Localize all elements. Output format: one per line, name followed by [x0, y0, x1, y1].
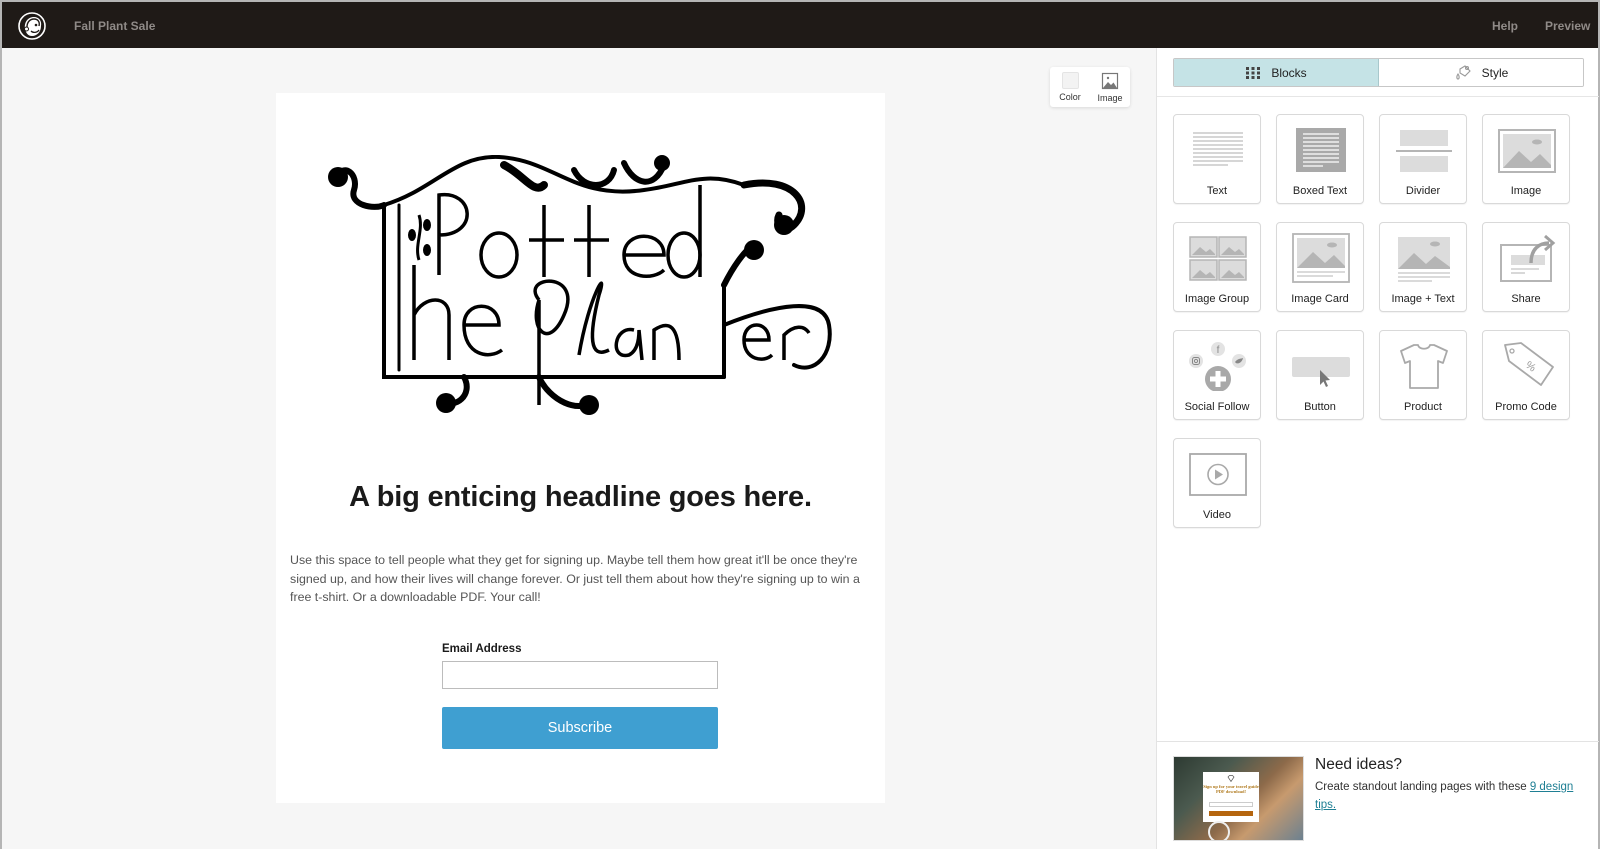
thumbnail-caption: Sign up for your travel guide PDF downlo…	[1203, 784, 1259, 794]
thumbnail-button	[1209, 811, 1253, 816]
block-label: Social Follow	[1184, 401, 1250, 413]
tshirt-icon	[1400, 344, 1448, 389]
background-color-label: Color	[1059, 92, 1081, 102]
grid-dots-icon	[1246, 66, 1261, 79]
page-headline[interactable]: A big enticing headline goes here.	[276, 481, 885, 514]
block-button[interactable]: Button	[1276, 330, 1364, 420]
price-tag-icon: %	[1504, 342, 1554, 386]
block-image-group[interactable]: Image Group	[1173, 222, 1261, 312]
ideas-text-body: Create standout landing pages with these	[1315, 781, 1530, 793]
tab-style[interactable]: Style	[1379, 59, 1583, 86]
boxed-text-icon	[1296, 128, 1346, 172]
blocks-grid: Text Boxed Text Divider Image Image Grou…	[1173, 114, 1570, 528]
paint-bucket-icon	[1455, 64, 1471, 80]
block-video[interactable]: Video	[1173, 438, 1261, 528]
block-label: Image Card	[1291, 293, 1349, 305]
ideas-text: Create standout landing pages with these…	[1315, 778, 1585, 814]
social-follow-icon: f	[1189, 342, 1246, 391]
divider	[1157, 741, 1599, 742]
divider-icon	[1396, 130, 1452, 172]
text-block-icon	[1193, 132, 1243, 166]
subscribe-button[interactable]: Subscribe	[442, 707, 718, 749]
block-label: Divider	[1405, 185, 1441, 197]
image-card-icon	[1292, 233, 1350, 283]
share-icon	[1500, 234, 1556, 282]
mailchimp-logo-icon[interactable]	[17, 11, 47, 41]
top-bar: Fall Plant Sale Help Preview	[2, 2, 1598, 48]
block-label: Promo Code	[1495, 401, 1557, 413]
video-icon	[1189, 453, 1247, 496]
color-swatch-icon	[1061, 72, 1079, 89]
block-label: Image Group	[1184, 293, 1250, 305]
ideas-thumbnail[interactable]: Sign up for your travel guide PDF downlo…	[1173, 756, 1304, 841]
block-boxed-text[interactable]: Boxed Text	[1276, 114, 1364, 204]
block-promo-code[interactable]: % Promo Code	[1482, 330, 1570, 420]
block-label: Boxed Text	[1292, 185, 1348, 197]
button-block-icon	[1292, 357, 1350, 387]
background-image-label: Image	[1097, 93, 1123, 103]
background-color-button[interactable]: Color	[1050, 67, 1090, 107]
campaign-title: Fall Plant Sale	[74, 19, 156, 33]
block-product[interactable]: Product	[1379, 330, 1467, 420]
image-text-icon	[1398, 237, 1450, 282]
thumbnail-input	[1209, 802, 1253, 807]
block-label: Share	[1511, 293, 1541, 305]
page-body-text[interactable]: Use this space to tell people what they …	[290, 551, 875, 607]
background-tools: Color Image	[1050, 67, 1130, 107]
email-input[interactable]	[442, 661, 718, 689]
background-image-button[interactable]: Image	[1090, 67, 1130, 107]
potted-planter-logo[interactable]	[324, 155, 839, 425]
diamond-icon	[1227, 775, 1235, 782]
block-label: Button	[1304, 401, 1336, 413]
preview-link[interactable]: Preview	[1545, 19, 1590, 33]
block-label: Image	[1510, 185, 1542, 197]
thumbnail-form-card: Sign up for your travel guide PDF downlo…	[1203, 772, 1259, 822]
block-social-follow[interactable]: f Social Follow	[1173, 330, 1261, 420]
svg-text:f: f	[1217, 345, 1220, 356]
image-group-icon	[1189, 236, 1247, 281]
block-label: Product	[1404, 401, 1442, 413]
block-share[interactable]: Share	[1482, 222, 1570, 312]
block-image-card[interactable]: Image Card	[1276, 222, 1364, 312]
block-text[interactable]: Text	[1173, 114, 1261, 204]
ideas-title: Need ideas?	[1315, 756, 1403, 773]
image-block-icon	[1498, 129, 1556, 173]
block-label: Text	[1206, 185, 1228, 197]
block-divider[interactable]: Divider	[1379, 114, 1467, 204]
tab-blocks[interactable]: Blocks	[1174, 59, 1379, 86]
block-image[interactable]: Image	[1482, 114, 1570, 204]
email-label: Email Address	[442, 643, 522, 655]
landing-page-preview: A big enticing headline goes here. Use t…	[276, 93, 885, 803]
block-label: Video	[1203, 509, 1231, 521]
thumbnail-decoration	[1208, 821, 1230, 840]
block-image-text[interactable]: Image + Text	[1379, 222, 1467, 312]
tab-blocks-label: Blocks	[1271, 65, 1307, 80]
block-label: Image + Text	[1391, 293, 1455, 305]
divider	[1157, 96, 1599, 97]
tab-style-label: Style	[1481, 65, 1509, 80]
image-icon	[1101, 72, 1119, 90]
editor-sidebar: Blocks Style Text Boxed Text Divider Ima…	[1156, 48, 1599, 849]
editor-canvas: Color Image A big enticing headline goes…	[2, 48, 1156, 849]
help-link[interactable]: Help	[1492, 19, 1518, 33]
sidebar-tabs: Blocks Style	[1173, 58, 1584, 87]
